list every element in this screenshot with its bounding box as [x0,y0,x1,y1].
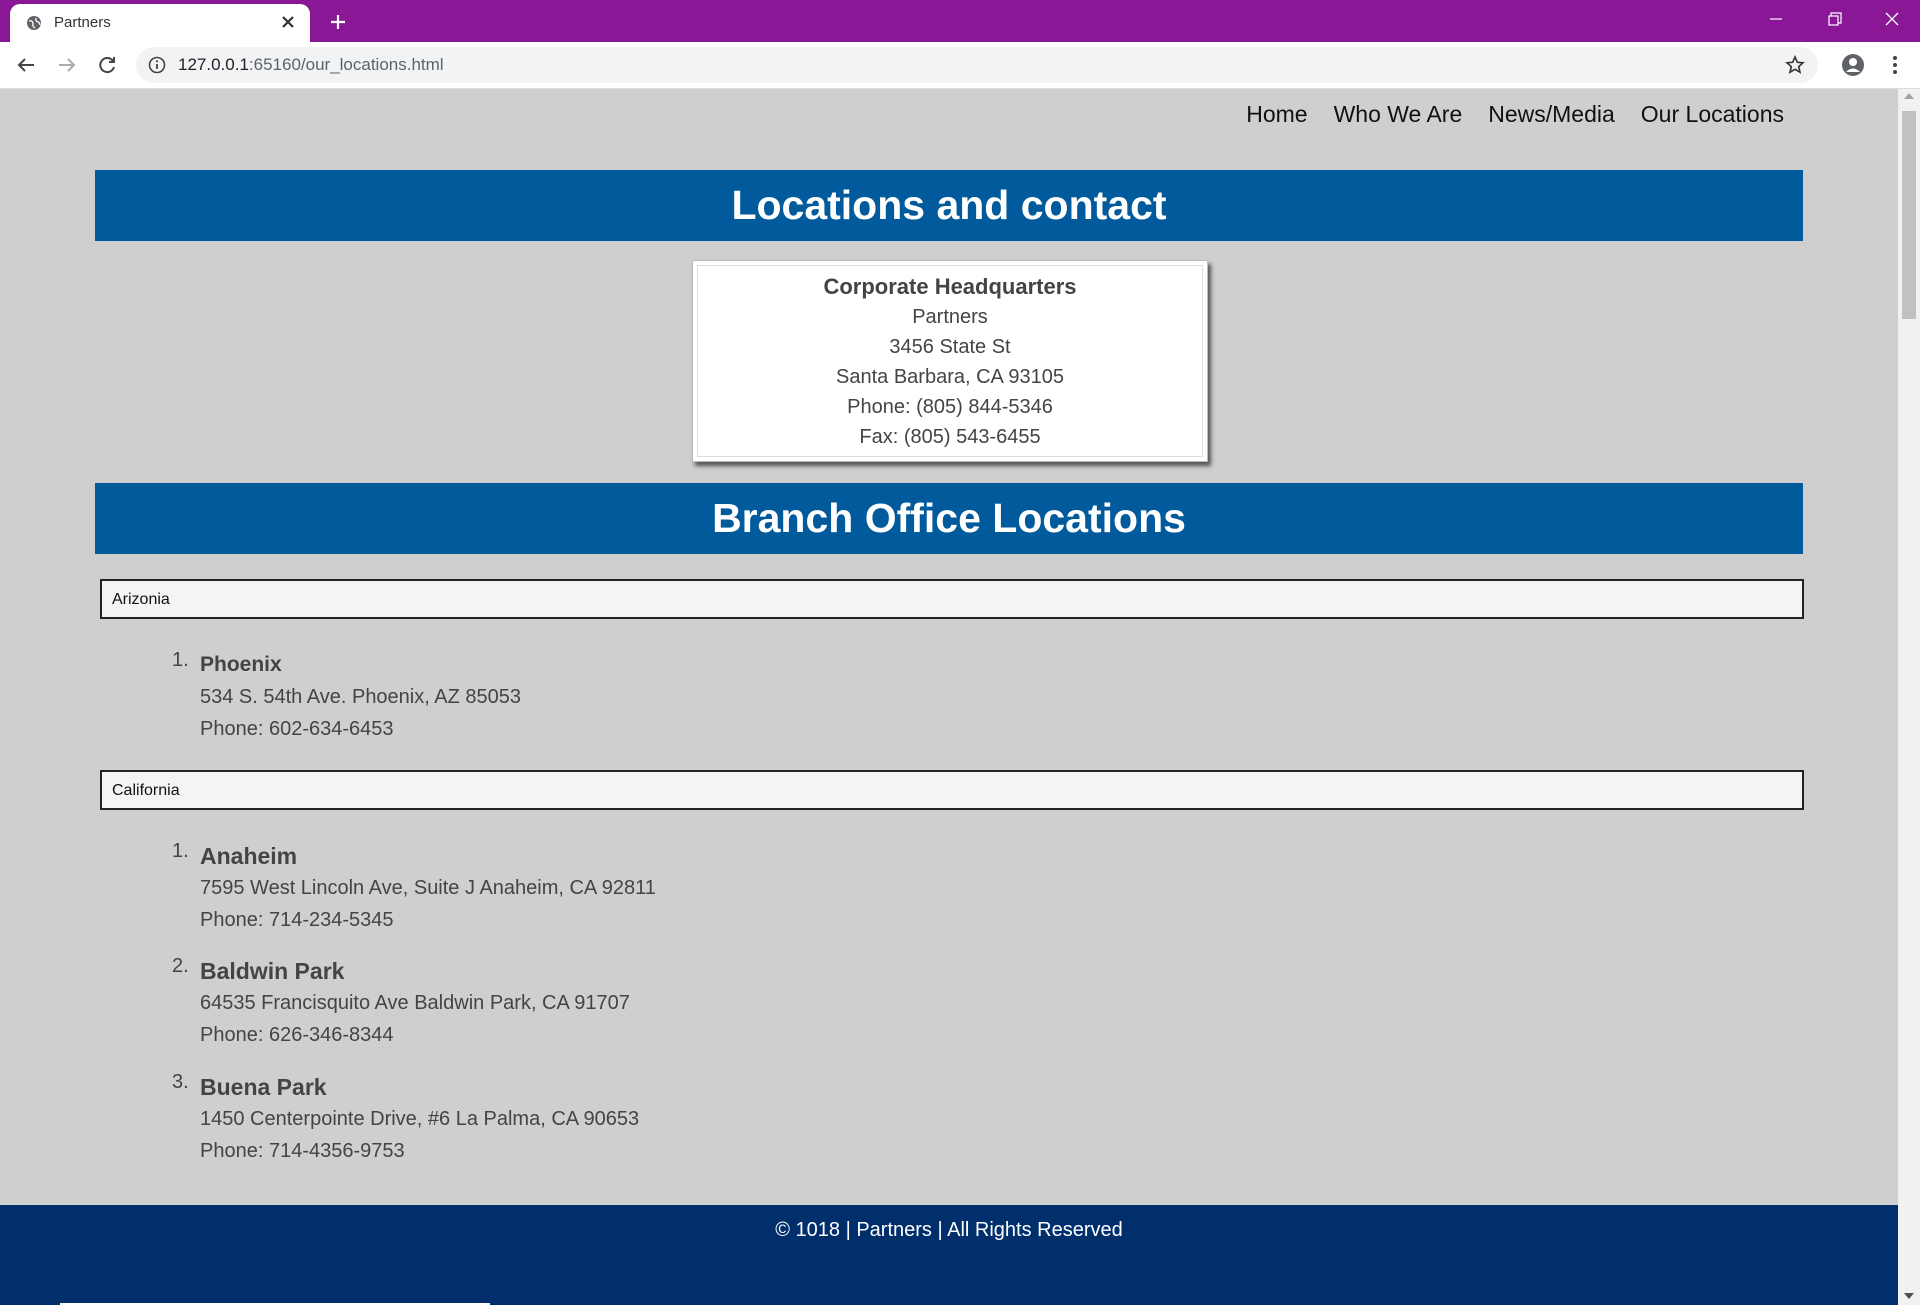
info-icon[interactable] [148,56,166,74]
state-name: Arizonia [112,591,170,608]
location-address: 7595 West Lincoln Ave, Suite J Anaheim, … [200,877,656,899]
branch-heading: Branch Office Locations [95,483,1803,554]
nav-home-link[interactable]: Home [1246,101,1307,128]
nav-news-media-link[interactable]: News/Media [1488,101,1615,128]
site-nav: Home Who We Are News/Media Our Locations [1246,101,1784,128]
state-header-arizona[interactable]: Arizonia [100,579,1804,619]
location-number: 1. [172,840,189,862]
close-tab-icon[interactable] [276,10,300,34]
close-window-icon[interactable] [1864,0,1920,38]
location-number: 2. [172,955,189,977]
browser-tab[interactable]: Partners [10,4,310,42]
location-item: 1. Anaheim 7595 West Lincoln Ave, Suite … [172,840,656,936]
hq-street: 3456 State St [889,336,1011,358]
scroll-up-arrow-icon[interactable] [1904,93,1914,99]
footer-copyright: © 1018 | Partners | All Rights Reserved [775,1219,1123,1241]
site-footer: © 1018 | Partners | All Rights Reserved [0,1205,1898,1305]
tab-title: Partners [54,14,111,31]
scrollbar-thumb[interactable] [1902,111,1916,319]
hq-phone: Phone: (805) 844-5346 [847,396,1053,418]
location-number: 3. [172,1071,189,1093]
new-tab-icon[interactable] [324,8,352,36]
page-viewport: Home Who We Are News/Media Our Locations… [0,89,1898,1305]
reload-icon[interactable] [93,51,121,79]
url-host: 127.0.0.1 [178,55,249,74]
location-phone: Phone: 626-346-8344 [200,1024,394,1046]
state-header-california[interactable]: California [100,770,1804,810]
location-address: 534 S. 54th Ave. Phoenix, AZ 85053 [200,686,521,708]
restore-icon[interactable] [1806,0,1862,38]
state-name: California [112,782,180,799]
globe-icon [27,16,41,30]
forward-arrow-icon[interactable] [53,51,81,79]
back-arrow-icon[interactable] [12,51,40,79]
nav-who-we-are-link[interactable]: Who We Are [1334,101,1463,128]
location-name: Phoenix [200,653,282,676]
hq-title: Corporate Headquarters [823,274,1077,299]
location-phone: Phone: 714-234-5345 [200,909,394,931]
profile-avatar-icon[interactable] [1838,50,1868,80]
location-name: Buena Park [200,1074,327,1100]
hq-card: Corporate Headquarters Partners 3456 Sta… [692,260,1208,462]
hq-card-inner: Corporate Headquarters Partners 3456 Sta… [697,265,1203,457]
hq-city: Santa Barbara, CA 93105 [836,366,1064,388]
locations-heading: Locations and contact [95,170,1803,241]
minimize-icon[interactable] [1748,0,1804,38]
vertical-scrollbar[interactable] [1898,89,1920,1305]
location-item: 3. Buena Park 1450 Centerpointe Drive, #… [172,1071,640,1167]
location-address: 1450 Centerpointe Drive, #6 La Palma, CA… [200,1108,640,1130]
location-phone: Phone: 714-4356-9753 [200,1140,405,1162]
hq-company: Partners [912,306,988,328]
kebab-menu-icon[interactable] [1880,50,1910,80]
url-text: 127.0.0.1:65160/our_locations.html [178,55,444,75]
location-item: 2. Baldwin Park 64535 Francisquito Ave B… [172,955,630,1051]
location-address: 64535 Francisquito Ave Baldwin Park, CA … [200,992,630,1014]
location-number: 1. [172,649,189,671]
location-name: Anaheim [200,843,298,869]
location-item: 1. Phoenix 534 S. 54th Ave. Phoenix, AZ … [172,649,521,745]
browser-toolbar: 127.0.0.1:65160/our_locations.html [0,42,1920,89]
nav-our-locations-link[interactable]: Our Locations [1641,101,1784,128]
bookmark-star-icon[interactable] [1784,54,1806,76]
address-bar[interactable]: 127.0.0.1:65160/our_locations.html [136,47,1818,83]
browser-titlebar: Partners [0,0,1920,42]
hq-fax: Fax: (805) 543-6455 [859,426,1041,448]
location-phone: Phone: 602-634-6453 [200,718,394,740]
url-path: :65160/our_locations.html [248,55,444,74]
location-name: Baldwin Park [200,958,345,984]
scroll-down-arrow-icon[interactable] [1904,1293,1914,1299]
